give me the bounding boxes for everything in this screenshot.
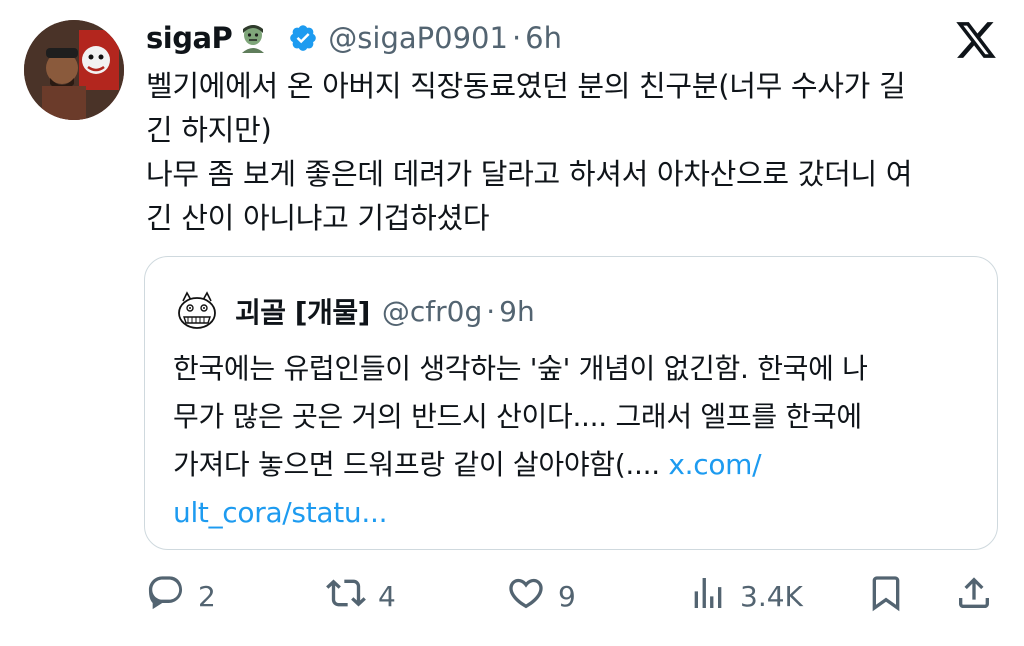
retweet-count: 4 <box>378 579 396 613</box>
quoted-tweet-header: 괴골 [개물] @cfr0g · 9h <box>173 289 535 333</box>
author-avatar[interactable] <box>24 20 124 120</box>
views-button[interactable]: 3.4K <box>688 572 803 620</box>
retweet-button[interactable]: 4 <box>326 572 396 620</box>
heart-icon <box>506 573 546 620</box>
like-count: 9 <box>558 579 576 613</box>
tweet-text: 벨기에에서 온 아버지 직장동료였던 분의 친구분(너무 수사가 길 긴 하지만… <box>146 69 913 235</box>
views-count: 3.4K <box>740 579 803 613</box>
quoted-tweet-text: 한국에는 유럽인들이 생각하는 '숲' 개념이 없긴함. 한국에 나 무가 많은… <box>173 345 973 537</box>
bookmark-icon <box>866 573 906 620</box>
separator-dot: · <box>486 294 496 328</box>
author-handle[interactable]: @sigaP0901 <box>328 21 508 55</box>
bookmark-button[interactable] <box>866 572 906 620</box>
quoted-author-display-name[interactable]: 괴골 [개물] <box>235 291 370 331</box>
quoted-tweet-timestamp[interactable]: 9h <box>499 295 535 328</box>
quoted-author-handle[interactable]: @cfr0g <box>382 295 482 328</box>
retweet-icon <box>326 573 366 620</box>
tweet-actions-bar: 2 4 9 3.4K <box>0 572 1024 620</box>
author-display-name[interactable]: sigaP <box>146 21 233 55</box>
quoted-tweet-body: 한국에는 유럽인들이 생각하는 '숲' 개념이 없긴함. 한국에 나 무가 많은… <box>173 352 868 481</box>
tweet-header: sigaP @sigaP0901 · 6h <box>146 16 562 60</box>
reply-icon <box>146 573 186 620</box>
separator-dot: · <box>511 21 522 55</box>
tweet-timestamp[interactable]: 6h <box>525 21 562 55</box>
share-button[interactable] <box>954 572 994 620</box>
avatar-image <box>24 20 124 120</box>
quoted-tweet-card[interactable]: 괴골 [개물] @cfr0g · 9h 한국에는 유럽인들이 생각하는 '숲' … <box>144 256 998 550</box>
reply-count: 2 <box>198 579 216 613</box>
quoted-author-avatar[interactable] <box>173 287 221 335</box>
share-icon <box>954 573 994 620</box>
zombie-icon <box>238 23 268 53</box>
verified-badge-icon <box>288 23 318 53</box>
x-logo-icon[interactable] <box>954 18 998 62</box>
analytics-icon <box>688 573 728 620</box>
reply-button[interactable]: 2 <box>146 572 216 620</box>
like-button[interactable]: 9 <box>506 572 576 620</box>
